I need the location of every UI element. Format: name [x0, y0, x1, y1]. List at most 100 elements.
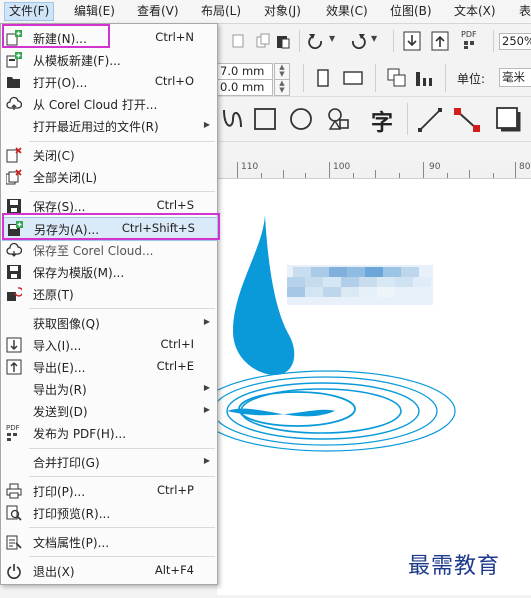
height-field[interactable]: 0.0 mm [217, 79, 273, 96]
submenu-arrow-icon: ▶ [203, 456, 210, 465]
units-label: 单位: [457, 72, 486, 86]
menu-item-exit[interactable]: 退出(X) Alt+F4 [2, 560, 216, 582]
menu-item-label: 保存至 Corel Cloud... [33, 244, 154, 258]
separator [303, 64, 304, 92]
horizontal-ruler[interactable]: 110 100 90 80 [217, 161, 531, 179]
menu-table[interactable]: 表 [515, 3, 531, 20]
drop-shadow-tool-icon[interactable] [495, 106, 523, 134]
menu-item-send-to[interactable]: 发送到(D) ▶ [2, 400, 216, 422]
menu-item-open-recent[interactable]: 打开最近用过的文件(R) ▶ [2, 115, 216, 137]
save-icon [7, 199, 21, 213]
undo-icon[interactable] [307, 32, 325, 50]
connector-tool-icon[interactable] [453, 107, 481, 133]
menu-item-label: 打开(O)... [33, 76, 88, 90]
text-tool-icon[interactable]: 字 [371, 105, 393, 137]
publish-pdf-button[interactable]: PDF [461, 30, 481, 51]
menu-item-save-cloud[interactable]: 保存至 Corel Cloud... [2, 239, 216, 261]
menu-item-open[interactable]: 打开(O)... Ctrl+O [2, 71, 216, 93]
watermark-text: 最需教育 [408, 554, 501, 579]
menu-item-label: 从 Corel Cloud 打开... [33, 98, 158, 112]
separator [407, 103, 408, 135]
menu-item-label: 合并打印(G) [33, 456, 100, 470]
landscape-page-icon[interactable] [343, 71, 363, 85]
menu-item-label: 全部关闭(L) [33, 171, 98, 185]
ellipse-tool-icon[interactable] [289, 107, 313, 131]
menu-item-new-from-template[interactable]: 从模板新建(F)... [2, 49, 216, 71]
submenu-arrow-icon: ▶ [203, 405, 210, 414]
menu-item-document-properties[interactable]: 文档属性(P)... [2, 531, 216, 553]
import-toolbar-icon[interactable] [403, 31, 421, 51]
menu-item-revert[interactable]: 还原(T) [2, 283, 216, 305]
print-preview-icon [6, 505, 22, 521]
menu-item-label: 发布为 PDF(H)... [33, 427, 127, 441]
menu-item-shortcut: Ctrl+E [156, 359, 194, 373]
ruler-label: 100 [333, 162, 351, 172]
undo-dropdown-icon[interactable]: ▼ [329, 34, 335, 43]
menu-bar: 文件(F) 编辑(E) 查看(V) 布局(L) 对象(J) 效果(C) 位图(B… [0, 0, 531, 24]
pdf-icon [464, 41, 474, 49]
menu-bitmaps[interactable]: 位图(B) [386, 3, 436, 20]
menu-item-close[interactable]: 关闭(C) [2, 144, 216, 166]
save-template-icon [7, 265, 21, 279]
units-select[interactable]: 毫米 [499, 68, 531, 87]
redo-icon[interactable] [349, 32, 367, 50]
menu-item-print-merge[interactable]: 合并打印(G) ▶ [2, 451, 216, 473]
pdf-label: PDF [461, 30, 477, 39]
export-icon [6, 359, 22, 375]
paste-icon[interactable] [275, 33, 291, 49]
height-spinner[interactable]: ▲ ▼ [274, 79, 290, 96]
menu-object[interactable]: 对象(J) [260, 3, 305, 20]
width-spinner[interactable]: ▲ ▼ [274, 63, 290, 80]
export-toolbar-icon[interactable] [431, 31, 449, 51]
menu-item-import[interactable]: 导入(I)... Ctrl+I [2, 334, 216, 356]
artistic-media-tool-icon[interactable] [221, 107, 243, 131]
menu-item-publish-pdf[interactable]: PDF 发布为 PDF(H)... [2, 422, 216, 444]
menu-item-export-for[interactable]: 导出为(R) ▶ [2, 378, 216, 400]
menu-item-label: 关闭(C) [33, 149, 75, 163]
menu-separator [29, 527, 215, 528]
cut-icon[interactable] [231, 33, 247, 49]
menu-item-label: 文档属性(P)... [33, 536, 110, 550]
menu-view[interactable]: 查看(V) [133, 3, 183, 20]
polygon-tool-icon[interactable] [327, 107, 353, 131]
water-drop-illustration[interactable] [198, 179, 531, 595]
menu-item-export[interactable]: 导出(E)... Ctrl+E [2, 356, 216, 378]
close-document-icon [6, 147, 22, 163]
submenu-arrow-icon: ▶ [203, 317, 210, 326]
menu-separator [29, 191, 215, 192]
document-properties-icon [6, 535, 22, 550]
menu-item-print-preview[interactable]: 打印预览(R)... [2, 502, 216, 524]
menu-item-label: 获取图像(Q) [33, 317, 100, 331]
zoom-level-field[interactable]: 250% [499, 33, 531, 50]
menu-effects[interactable]: 效果(C) [322, 3, 372, 20]
menu-item-shortcut: Ctrl+N [155, 30, 194, 44]
menu-item-label: 保存为模版(M)... [33, 266, 125, 280]
menu-item-acquire-image[interactable]: 获取图像(Q) ▶ [2, 312, 216, 334]
cloud-save-icon [6, 242, 22, 257]
portrait-page-icon[interactable] [317, 69, 329, 87]
ruler-label: 110 [241, 162, 259, 172]
all-pages-icon[interactable] [387, 68, 407, 88]
current-page-icon[interactable] [415, 68, 435, 88]
menu-item-open-cloud[interactable]: 从 Corel Cloud 打开... [2, 93, 216, 115]
redo-dropdown-icon[interactable]: ▼ [371, 34, 377, 43]
menu-separator [29, 556, 215, 557]
menu-edit[interactable]: 编辑(E) [70, 3, 119, 20]
menu-item-close-all[interactable]: 全部关闭(L) [2, 166, 216, 188]
menu-item-label: 打开最近用过的文件(R) [33, 120, 159, 134]
highlight-box-new [2, 24, 110, 48]
menu-text[interactable]: 文本(X) [450, 3, 500, 20]
width-field[interactable]: 7.0 mm [217, 63, 273, 80]
menu-item-print[interactable]: 打印(P)... Ctrl+P [2, 480, 216, 502]
menu-item-shortcut: Alt+F4 [154, 563, 194, 577]
copy-icon[interactable] [255, 33, 271, 49]
menu-layout[interactable]: 布局(L) [197, 3, 245, 20]
menu-item-label: 导出为(R) [33, 383, 87, 397]
menu-file[interactable]: 文件(F) [4, 2, 55, 21]
drawing-canvas[interactable] [198, 179, 531, 595]
ruler-label: 80 [519, 162, 531, 172]
line-tool-icon[interactable] [417, 107, 443, 133]
menu-item-save-as-template[interactable]: 保存为模版(M)... [2, 261, 216, 283]
menu-item-label: 导入(I)... [33, 339, 82, 353]
rectangle-tool-icon[interactable] [253, 107, 277, 131]
